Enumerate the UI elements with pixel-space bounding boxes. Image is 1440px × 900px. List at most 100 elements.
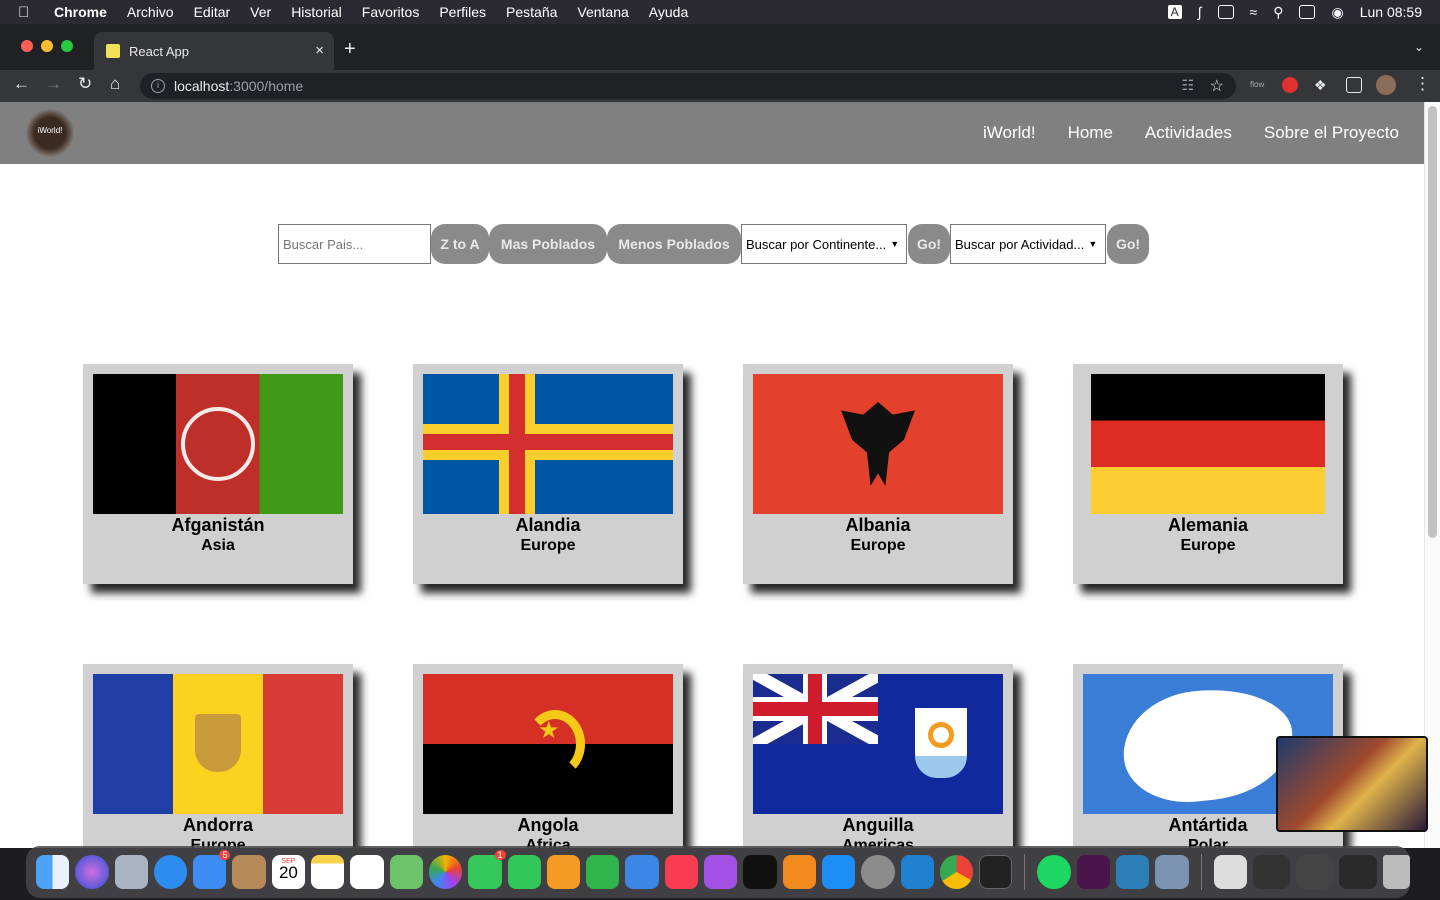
activity-go-button[interactable]: Go! <box>1107 224 1149 264</box>
menu-ayuda[interactable]: Ayuda <box>649 4 688 20</box>
menubar-clock[interactable]: Lun 08:59 <box>1360 4 1422 20</box>
menu-favoritos[interactable]: Favoritos <box>362 4 420 20</box>
battery-icon[interactable] <box>1217 5 1234 19</box>
country-card[interactable]: Albania Europe <box>743 364 1013 584</box>
wifi-icon[interactable]: ≈ <box>1250 4 1258 20</box>
messages-icon[interactable]: 1 <box>468 850 506 889</box>
zoom-window-button[interactable] <box>61 40 73 52</box>
calendar-icon[interactable]: SEP 20 <box>271 855 306 889</box>
minimize-window-button[interactable] <box>41 40 53 52</box>
translate-icon[interactable]: ☷ <box>1181 77 1194 94</box>
books-icon[interactable] <box>782 855 816 889</box>
close-tab-icon[interactable]: × <box>315 42 324 59</box>
notes-icon[interactable] <box>311 855 345 889</box>
menu-pestana[interactable]: Pestaña <box>506 4 557 20</box>
scrollbar-thumb[interactable] <box>1428 106 1437 538</box>
site-info-icon[interactable]: i <box>151 79 165 93</box>
numbers-icon[interactable] <box>586 855 620 889</box>
status-area: A ∫ ≈ ⚲ ◉ Lun 08:59 <box>1167 0 1422 24</box>
chrome-icon[interactable] <box>939 855 974 889</box>
launchpad-icon[interactable] <box>114 855 148 889</box>
slack-icon[interactable] <box>1076 855 1111 889</box>
country-card[interactable]: Alemania Europe <box>1073 364 1343 584</box>
system-preferences-icon[interactable] <box>861 855 895 889</box>
nav-link-sobre-el-proyecto[interactable]: Sobre el Proyecto <box>1264 123 1399 143</box>
contacts-icon[interactable] <box>232 855 266 889</box>
bluetooth-icon[interactable]: ∫ <box>1198 4 1202 20</box>
activity-select[interactable]: Buscar por Actividad... ▼ <box>950 224 1106 264</box>
new-tab-icon[interactable]: + <box>344 38 356 61</box>
country-card[interactable]: Anguilla Americas <box>743 664 1013 848</box>
tab-search-chevron-icon[interactable]: ⌄ <box>1414 40 1424 54</box>
preview-icon[interactable] <box>1155 855 1189 889</box>
search-country-input[interactable] <box>278 224 431 264</box>
trash-icon[interactable] <box>1382 855 1410 889</box>
cast-icon[interactable] <box>1346 77 1362 93</box>
vscode-icon[interactable] <box>900 855 934 889</box>
nav-link-home[interactable]: Home <box>1068 123 1113 143</box>
country-card[interactable]: Alandia Europe <box>413 364 683 584</box>
nav-link-iworld[interactable]: iWorld! <box>983 123 1036 143</box>
downloads-stack-icon[interactable] <box>1213 855 1247 889</box>
site-logo[interactable]: iWorld! <box>26 108 74 158</box>
tab-react-app[interactable]: React App × <box>94 32 334 70</box>
menu-ventana[interactable]: Ventana <box>577 4 628 20</box>
menu-perfiles[interactable]: Perfiles <box>439 4 486 20</box>
least-populated-button[interactable]: Menos Poblados <box>607 224 741 264</box>
reload-icon[interactable]: ↻ <box>78 74 92 94</box>
adblock-extension-icon[interactable] <box>1282 77 1298 93</box>
music-icon[interactable] <box>664 855 699 889</box>
continent-go-button[interactable]: Go! <box>908 224 950 264</box>
safari-icon[interactable] <box>153 855 188 889</box>
siri-dock-icon[interactable] <box>75 855 109 889</box>
close-window-button[interactable] <box>21 40 33 52</box>
keynote-icon[interactable] <box>625 855 659 889</box>
extensions-puzzle-icon[interactable]: ❖ <box>1314 77 1330 93</box>
menu-historial[interactable]: Historial <box>291 4 342 20</box>
country-card[interactable]: ★ Angola Africa <box>413 664 683 848</box>
chrome-menu-icon[interactable]: ⋮ <box>1414 74 1431 94</box>
minimized-window-icon[interactable] <box>1296 855 1334 889</box>
nav-link-actividades[interactable]: Actividades <box>1145 123 1232 143</box>
minimized-window-icon[interactable] <box>1252 855 1291 889</box>
pages-icon[interactable] <box>546 855 581 889</box>
terminal-icon[interactable] <box>979 855 1013 889</box>
flow-extension-icon[interactable]: flow <box>1250 77 1266 93</box>
input-source-icon[interactable]: A <box>1167 5 1182 19</box>
angola-flag-image: ★ <box>423 674 673 814</box>
spotlight-search-icon[interactable]: ⚲ <box>1273 4 1283 21</box>
menu-archivo[interactable]: Archivo <box>127 4 174 20</box>
mysql-workbench-icon[interactable] <box>1116 855 1150 889</box>
spotify-icon[interactable] <box>1037 855 1071 889</box>
facetime-icon[interactable] <box>507 855 541 889</box>
screenshot-thumbnail-preview[interactable] <box>1276 736 1428 832</box>
apple-menu-icon[interactable]:  <box>18 4 40 21</box>
dock-separator <box>1200 854 1202 890</box>
control-center-icon[interactable] <box>1299 5 1316 19</box>
aland-flag-image <box>423 374 673 514</box>
menu-editar[interactable]: Editar <box>194 4 231 20</box>
forward-icon[interactable]: → <box>45 74 62 94</box>
home-icon[interactable]: ⌂ <box>110 74 120 94</box>
sort-z-to-a-button[interactable]: Z to A <box>431 224 489 264</box>
reminders-icon[interactable] <box>350 855 384 889</box>
maps-icon[interactable] <box>389 855 423 889</box>
most-populated-button[interactable]: Mas Poblados <box>489 224 607 264</box>
menu-app-name[interactable]: Chrome <box>54 4 107 20</box>
siri-icon[interactable]: ◉ <box>1331 4 1343 21</box>
address-bar[interactable]: i localhost :3000/home ☷ ☆ <box>140 73 1236 99</box>
finder-icon[interactable] <box>36 855 70 889</box>
apple-tv-icon[interactable] <box>743 855 777 889</box>
back-icon[interactable]: ← <box>13 74 30 94</box>
photos-icon[interactable] <box>428 855 463 889</box>
minimized-node-window-icon[interactable] <box>1339 855 1377 889</box>
menu-ver[interactable]: Ver <box>250 4 271 20</box>
country-card[interactable]: Afganistán Asia <box>83 364 353 584</box>
continent-select[interactable]: Buscar por Continente... ▼ <box>741 224 907 264</box>
app-store-icon[interactable] <box>821 855 856 889</box>
profile-avatar[interactable] <box>1376 75 1396 95</box>
mail-icon[interactable]: 5 <box>193 850 231 889</box>
podcasts-icon[interactable] <box>704 855 738 889</box>
bookmark-star-icon[interactable]: ☆ <box>1210 76 1224 96</box>
country-card[interactable]: Andorra Europe <box>83 664 353 848</box>
